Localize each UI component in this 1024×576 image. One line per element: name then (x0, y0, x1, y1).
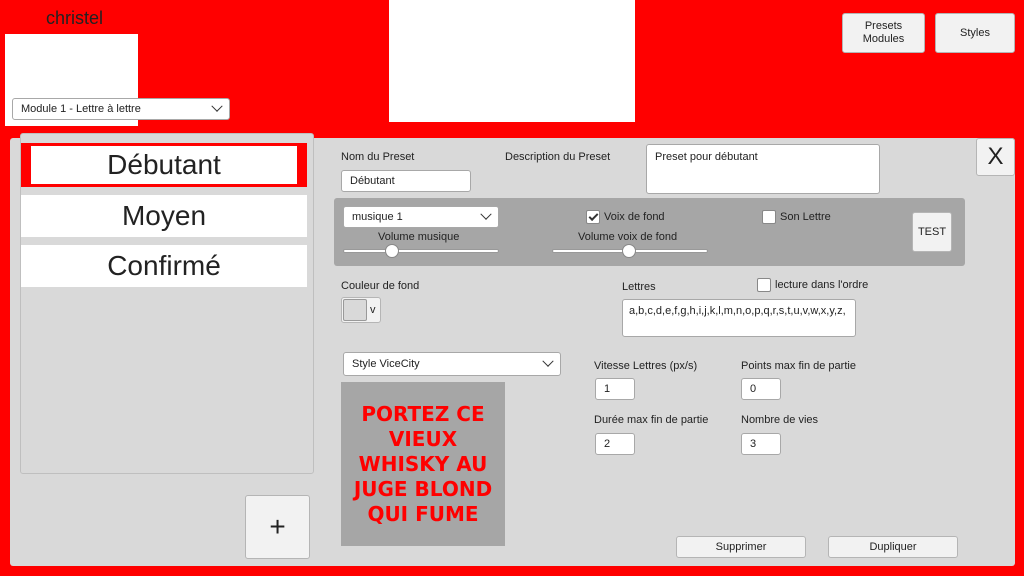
order-checkbox[interactable] (757, 278, 771, 292)
order-checkbox-label: lecture dans l'ordre (775, 279, 869, 291)
bg-color-picker[interactable]: v (341, 297, 381, 323)
letter-sound-checkbox-row[interactable]: Son Lettre (762, 210, 831, 224)
check-icon (588, 210, 598, 221)
close-button[interactable]: X (976, 138, 1015, 176)
order-checkbox-row[interactable]: lecture dans l'ordre (757, 278, 868, 292)
module-select[interactable]: Module 1 - Lettre à lettre (12, 98, 230, 120)
description-input[interactable]: Preset pour débutant (646, 144, 880, 194)
styles-button[interactable]: Styles (935, 13, 1015, 53)
voice-volume-label: Volume voix de fond (578, 231, 678, 243)
lives-label: Nombre de vies (741, 414, 819, 426)
voice-volume-thumb[interactable] (622, 244, 636, 258)
music-volume-thumb[interactable] (385, 244, 399, 258)
speed-label: Vitesse Lettres (px/s) (594, 360, 698, 372)
presets-modules-button[interactable]: Presets Modules (842, 13, 925, 53)
user-name: christel (46, 8, 104, 28)
music-select[interactable]: musique 1 (343, 206, 499, 228)
preset-item-moyen[interactable]: Moyen (21, 195, 307, 237)
chevron-down-icon (211, 100, 223, 112)
style-preview: PORTEZ CE VIEUX WHISKY AU JUGE BLOND QUI… (341, 382, 505, 546)
max-duration-label: Durée max fin de partie (594, 414, 709, 426)
lives-input[interactable]: 3 (741, 433, 781, 455)
max-duration-input[interactable]: 2 (595, 433, 635, 455)
chevron-down-icon (480, 208, 492, 220)
top-preview-box (389, 0, 635, 122)
preset-item-debutant[interactable]: Débutant (21, 143, 307, 187)
preset-item-label: Moyen (121, 200, 207, 231)
letters-label: Lettres (622, 281, 656, 293)
delete-button[interactable]: Supprimer (676, 536, 806, 558)
preset-item-label: Débutant (107, 149, 221, 180)
max-points-label: Points max fin de partie (741, 360, 856, 372)
music-volume-label: Volume musique (378, 231, 460, 243)
max-points-input[interactable]: 0 (741, 378, 781, 400)
add-preset-button[interactable]: + (245, 495, 310, 559)
style-preview-text: PORTEZ CE VIEUX WHISKY AU JUGE BLOND QUI… (353, 401, 493, 526)
style-select-label: Style ViceCity (352, 358, 420, 370)
speed-input[interactable]: 1 (595, 378, 635, 400)
voice-checkbox[interactable] (586, 210, 600, 224)
module-select-label: Module 1 - Lettre à lettre (21, 103, 141, 115)
bg-color-label: Couleur de fond (341, 280, 420, 292)
chevron-down-icon (542, 355, 554, 367)
voice-checkbox-row[interactable]: Voix de fond (586, 210, 665, 224)
preset-name-label: Nom du Preset (341, 151, 415, 163)
preset-item-confirme[interactable]: Confirmé (21, 245, 307, 287)
letters-input[interactable]: a,b,c,d,e,f,g,h,i,j,k,l,m,n,o,p,q,r,s,t,… (622, 299, 856, 337)
music-select-label: musique 1 (352, 211, 403, 223)
color-swatch (343, 299, 367, 321)
voice-checkbox-label: Voix de fond (604, 211, 665, 223)
letter-sound-checkbox-label: Son Lettre (780, 211, 831, 223)
style-select[interactable]: Style ViceCity (343, 352, 561, 376)
description-label: Description du Preset (505, 151, 611, 163)
test-button[interactable]: TEST (912, 212, 952, 252)
bg-color-dropdown[interactable]: v (368, 298, 376, 322)
music-volume-slider[interactable] (343, 249, 499, 253)
preset-item-label: Confirmé (107, 250, 221, 281)
preset-name-input[interactable]: Débutant (341, 170, 471, 192)
duplicate-button[interactable]: Dupliquer (828, 536, 958, 558)
letter-sound-checkbox[interactable] (762, 210, 776, 224)
